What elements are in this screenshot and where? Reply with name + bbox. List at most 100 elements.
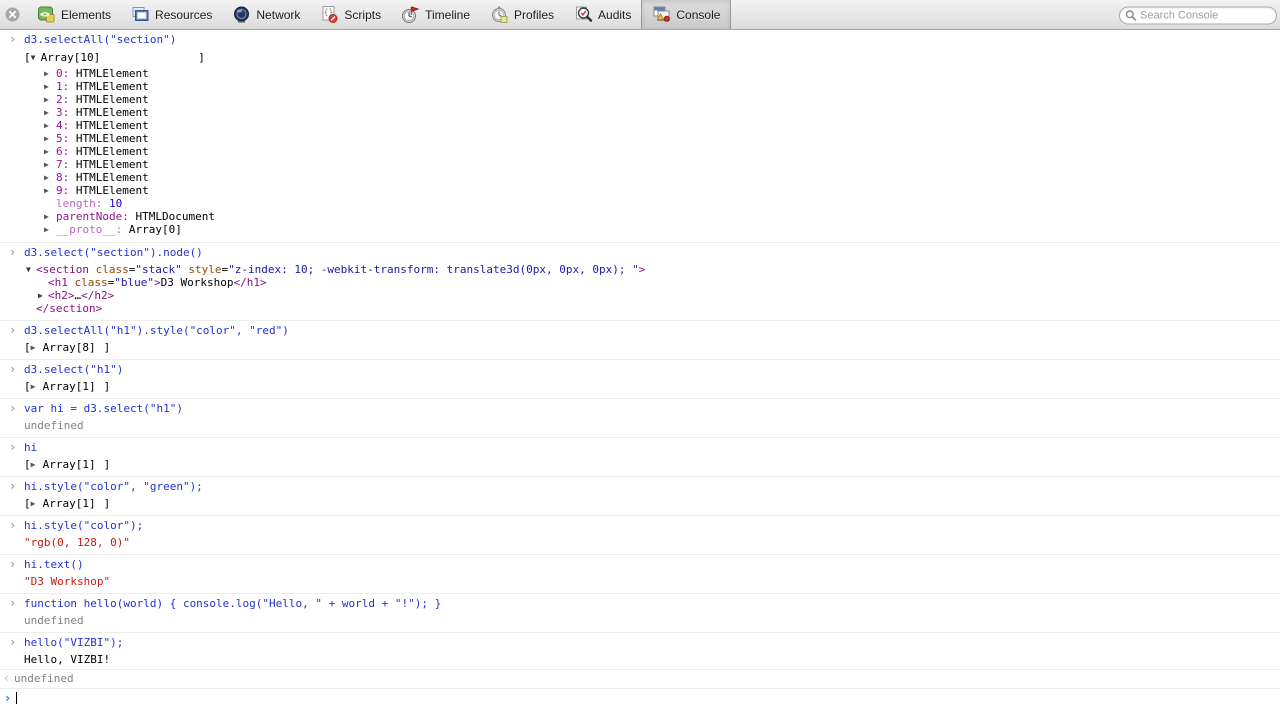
text-segment: Array[1] xyxy=(43,497,96,510)
text-segment: Array[1] xyxy=(43,380,96,393)
command-caret-icon: › xyxy=(9,441,24,454)
tab-label: Audits xyxy=(598,8,631,22)
console-array-item: length: 10 xyxy=(0,197,1280,210)
prompt-icon: › xyxy=(4,692,13,705)
console-command: ›d3.selectAll("section") xyxy=(0,30,1280,48)
devtools-toolbar: <> Elements Resources Network {}Scripts Timel… xyxy=(0,0,1280,30)
text-segment: 0: xyxy=(56,67,69,80)
expand-triangle-icon[interactable]: ▶ xyxy=(44,80,56,93)
expand-triangle-icon[interactable]: ▶ xyxy=(44,145,56,158)
text-segment: class xyxy=(96,263,129,276)
console-array-item: ▶7: HTMLElement xyxy=(0,158,1280,171)
text-segment: > xyxy=(154,276,161,289)
collapse-triangle-icon[interactable]: ▼ xyxy=(26,263,36,276)
console-command: ›hi.style("color", "green"); xyxy=(0,477,1280,495)
returned-value-icon: ‹ xyxy=(3,672,14,685)
text-segment: ] xyxy=(104,341,111,354)
text-segment: style xyxy=(188,263,221,276)
console-command: ›hello("VIZBI"); xyxy=(0,633,1280,651)
tab-label: Timeline xyxy=(425,8,470,22)
console-result: [▶Array[1]] xyxy=(0,378,1280,399)
text-segment: [ xyxy=(24,380,31,393)
text-segment: "rgb(0, 128, 0)" xyxy=(24,536,130,549)
expand-triangle-icon[interactable]: ▶ xyxy=(44,106,56,119)
text-segment: d3.select("h1") xyxy=(24,363,123,376)
console-command: ›var hi = d3.select("h1") xyxy=(0,399,1280,417)
text-segment: function hello(world) { console.log("Hel… xyxy=(24,597,441,610)
tab-console[interactable]: Console xyxy=(641,0,731,29)
text-segment: 8: xyxy=(56,171,69,184)
console-prompt[interactable]: › xyxy=(0,689,1280,708)
text-segment: ] xyxy=(104,458,111,471)
text-segment: 6: xyxy=(56,145,69,158)
text-segment: </h2> xyxy=(81,289,114,302)
console-command: ›function hello(world) { console.log("He… xyxy=(0,594,1280,612)
console-array-item: ▶1: HTMLElement xyxy=(0,80,1280,93)
expand-triangle-icon[interactable]: ▶ xyxy=(31,497,43,510)
console-array-item: ▶6: HTMLElement xyxy=(0,145,1280,158)
console-array-item: ▶8: HTMLElement xyxy=(0,171,1280,184)
text-segment: 1: xyxy=(56,80,69,93)
expand-triangle-icon[interactable]: ▶ xyxy=(44,119,56,132)
resources-icon xyxy=(131,5,150,24)
text-segment: 4: xyxy=(56,119,69,132)
expand-triangle-icon[interactable]: ▶ xyxy=(44,184,56,197)
text-segment: Array[0] xyxy=(122,223,182,236)
console-dom-line: <h1 class="blue">D3 Workshop</h1> xyxy=(0,276,1280,289)
tab-network[interactable]: Network xyxy=(222,0,310,29)
text-segment: HTMLElement xyxy=(69,171,148,184)
expand-triangle-icon[interactable]: ▶ xyxy=(44,93,56,106)
svg-text:<>: <> xyxy=(40,10,50,19)
expand-triangle-icon[interactable]: ▶ xyxy=(38,289,48,302)
expand-triangle-icon[interactable]: ▶ xyxy=(44,158,56,171)
expand-triangle-icon[interactable]: ▶ xyxy=(44,67,56,80)
command-caret-icon: › xyxy=(9,519,24,532)
expand-triangle-icon[interactable]: ▶ xyxy=(31,341,43,354)
tab-timeline[interactable]: Timeline xyxy=(391,0,480,29)
console-log-message: Hello, VIZBI! xyxy=(0,651,1280,670)
text-segment: hi.style("color", "green"); xyxy=(24,480,203,493)
text-segment: <h1 xyxy=(48,276,68,289)
console-result: [▶Array[1]] xyxy=(0,495,1280,516)
tab-label: Network xyxy=(256,8,300,22)
command-caret-icon: › xyxy=(9,324,24,337)
close-devtools-button[interactable] xyxy=(0,0,27,29)
tab-elements[interactable]: <> Elements xyxy=(27,0,121,29)
text-segment: HTMLElement xyxy=(69,119,148,132)
tab-scripts[interactable]: {}Scripts xyxy=(310,0,391,29)
text-segment: HTMLElement xyxy=(69,132,148,145)
text-segment: hi xyxy=(24,441,37,454)
text-segment: 5: xyxy=(56,132,69,145)
tab-audits[interactable]: Audits xyxy=(564,0,641,29)
text-segment: HTMLElement xyxy=(69,67,148,80)
text-segment: [ xyxy=(24,497,31,510)
tab-label: Elements xyxy=(61,8,111,22)
expand-triangle-icon[interactable]: ▶ xyxy=(31,458,43,471)
expand-triangle-icon[interactable]: ▶ xyxy=(31,380,43,393)
text-segment: parentNode: xyxy=(56,210,129,223)
expand-triangle-icon[interactable]: ▶ xyxy=(44,223,56,236)
timeline-icon xyxy=(401,5,420,24)
expand-triangle-icon[interactable]: ▶ xyxy=(44,132,56,145)
console-array-item: ▶9: HTMLElement xyxy=(0,184,1280,197)
tab-label: Profiles xyxy=(514,8,554,22)
command-caret-icon: › xyxy=(9,597,24,610)
text-segment: d3.selectAll("section") xyxy=(24,33,176,46)
console-dom-line: </section> xyxy=(0,302,1280,321)
text-segment: var hi = d3.select("h1") xyxy=(24,402,183,415)
console-array-item: ▶__proto__: Array[0] xyxy=(0,223,1280,243)
command-caret-icon: › xyxy=(9,402,24,415)
text-segment: hi.text() xyxy=(24,558,84,571)
tab-profiles[interactable]: Profiles xyxy=(480,0,564,29)
text-segment: [ xyxy=(24,458,31,471)
expand-triangle-icon[interactable]: ▶ xyxy=(44,171,56,184)
collapse-triangle-icon[interactable]: ▼ xyxy=(31,51,41,64)
search-console-input[interactable] xyxy=(1119,6,1277,24)
expand-triangle-icon[interactable]: ▶ xyxy=(44,210,56,223)
text-segment: [ xyxy=(24,51,31,64)
tab-label: Resources xyxy=(155,8,212,22)
text-segment: HTMLElement xyxy=(69,145,148,158)
command-caret-icon: › xyxy=(9,480,24,493)
tab-resources[interactable]: Resources xyxy=(121,0,222,29)
text-segment: class xyxy=(75,276,108,289)
